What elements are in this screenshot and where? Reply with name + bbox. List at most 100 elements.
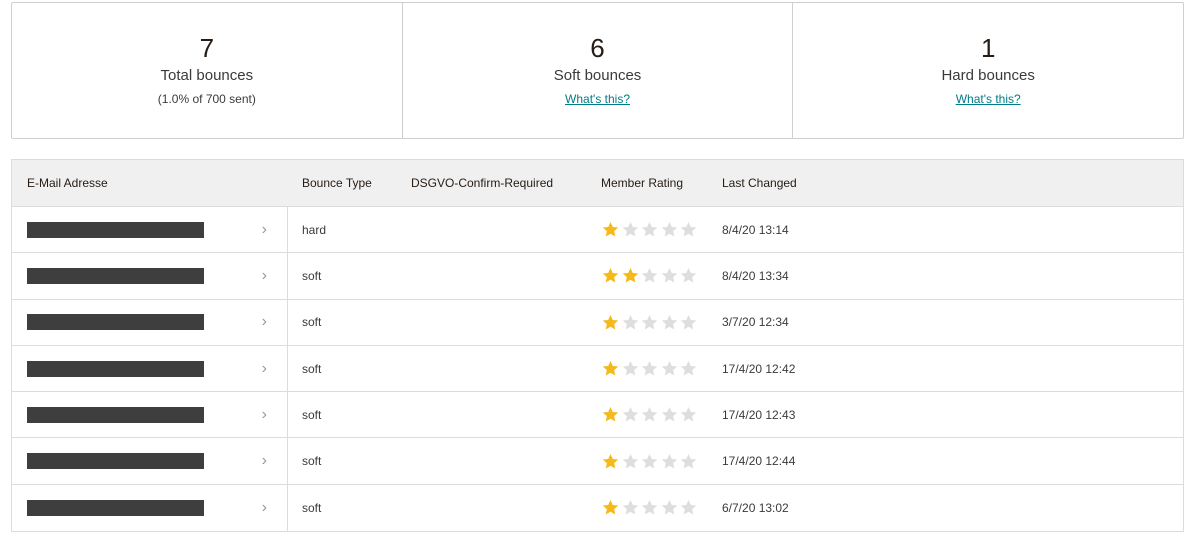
total-bounces-percentage: (1.0% of 700 sent)	[157, 92, 256, 106]
header-member-rating[interactable]: Member Rating	[588, 176, 717, 190]
total-bounces-count: 7	[199, 33, 215, 63]
chevron-right-icon[interactable]: ›	[262, 406, 267, 423]
bounce-type-cell: soft	[302, 268, 322, 283]
star-icon	[602, 500, 619, 515]
star-icon	[641, 314, 658, 330]
star-icon	[661, 361, 677, 376]
table-row[interactable]: › soft 3/7/20 12:34	[12, 299, 1183, 346]
email-cell[interactable]: ›	[12, 253, 288, 299]
chevron-right-icon[interactable]: ›	[262, 314, 267, 330]
star-icon	[680, 222, 697, 237]
star-icon	[641, 453, 658, 469]
star-icon	[680, 500, 697, 515]
member-rating	[588, 452, 717, 471]
star-icon	[680, 314, 697, 330]
table-row[interactable]: › soft 6/7/20 13:02	[12, 484, 1183, 532]
star-icon	[602, 453, 619, 469]
header-bounce-type[interactable]: Bounce Type	[288, 176, 399, 190]
bounce-type-cell: soft	[302, 407, 322, 422]
member-rating	[588, 359, 717, 378]
star-icon	[622, 500, 638, 515]
chevron-right-icon[interactable]: ›	[262, 267, 267, 284]
bounce-stats: 7 Total bounces (1.0% of 700 sent) 6 Sof…	[11, 2, 1184, 139]
stat-soft-bounces: 6 Soft bounces What's this?	[401, 3, 793, 138]
last-changed-cell: 17/4/20 12:42	[722, 361, 796, 376]
star-icon	[661, 500, 677, 515]
table-row[interactable]: › soft 8/4/20 13:34	[12, 253, 1183, 300]
star-icon	[622, 407, 638, 422]
star-icon	[680, 407, 697, 422]
bounce-type-cell: soft	[302, 454, 322, 469]
redacted-email	[27, 499, 204, 516]
last-changed-cell: 6/7/20 13:02	[722, 500, 789, 515]
hard-bounces-count: 1	[980, 33, 996, 63]
stat-hard-bounces: 1 Hard bounces What's this?	[792, 3, 1183, 138]
chevron-right-icon[interactable]: ›	[262, 360, 267, 377]
star-icon	[680, 453, 697, 469]
chevron-right-icon[interactable]: ›	[262, 221, 267, 238]
email-cell[interactable]: ›	[12, 207, 288, 253]
redacted-email	[27, 453, 204, 470]
star-icon	[661, 314, 677, 330]
star-icon	[622, 361, 638, 376]
member-rating	[588, 220, 717, 239]
star-icon	[602, 407, 619, 422]
last-changed-cell: 17/4/20 12:43	[722, 407, 796, 422]
redacted-email	[27, 221, 204, 238]
bounce-type-cell: hard	[302, 222, 327, 237]
star-icon	[680, 268, 697, 283]
table-row[interactable]: › hard 8/4/20 13:14	[12, 207, 1183, 254]
star-icon	[641, 500, 658, 515]
last-changed-cell: 8/4/20 13:34	[722, 268, 789, 283]
star-icon	[602, 222, 619, 237]
star-icon	[622, 453, 638, 469]
chevron-right-icon[interactable]: ›	[262, 453, 267, 469]
member-rating	[588, 405, 717, 424]
star-icon	[661, 453, 677, 469]
star-icon	[661, 407, 677, 422]
redacted-email	[27, 267, 204, 284]
star-icon	[641, 407, 658, 422]
header-email[interactable]: E-Mail Adresse	[12, 160, 288, 206]
star-icon	[602, 314, 619, 330]
soft-bounces-label: Soft bounces	[553, 67, 642, 84]
table-row[interactable]: › soft 17/4/20 12:43	[12, 392, 1183, 439]
soft-bounces-help-link[interactable]: What's this?	[565, 90, 630, 108]
email-cell[interactable]: ›	[12, 438, 288, 484]
table-header: E-Mail Adresse Bounce Type DSGVO-Confirm…	[12, 160, 1183, 207]
table-row[interactable]: › soft 17/4/20 12:42	[12, 345, 1183, 393]
soft-bounces-count: 6	[590, 33, 605, 63]
email-cell[interactable]: ›	[12, 484, 288, 532]
bounce-type-cell: soft	[302, 361, 322, 376]
email-cell[interactable]: ›	[12, 345, 288, 392]
redacted-email	[27, 360, 204, 377]
total-bounces-label: Total bounces	[160, 67, 254, 84]
star-icon	[602, 268, 619, 283]
member-rating	[588, 498, 717, 517]
star-icon	[641, 268, 658, 283]
star-icon	[661, 222, 677, 237]
star-icon	[680, 361, 697, 376]
redacted-email	[27, 406, 204, 423]
email-cell[interactable]: ›	[12, 392, 288, 438]
star-icon	[661, 268, 677, 283]
member-rating	[588, 266, 717, 285]
member-rating	[588, 313, 717, 332]
bounce-type-cell: soft	[302, 315, 322, 330]
header-last-changed[interactable]: Last Changed	[717, 176, 1183, 190]
bounce-type-cell: soft	[302, 500, 322, 515]
table-row[interactable]: › soft 17/4/20 12:44	[12, 438, 1183, 485]
bounce-report: 7 Total bounces (1.0% of 700 sent) 6 Sof…	[11, 2, 1184, 533]
header-dsgvo[interactable]: DSGVO-Confirm-Required	[399, 176, 588, 190]
star-icon	[622, 314, 638, 330]
table-body: › hard 8/4/20 13:14 › soft 8/4/20 13:34 › soft 3…	[12, 207, 1183, 532]
bounces-table: E-Mail Adresse Bounce Type DSGVO-Confirm…	[11, 159, 1184, 533]
email-cell[interactable]: ›	[12, 299, 288, 345]
stat-total-bounces: 7 Total bounces (1.0% of 700 sent)	[12, 3, 402, 138]
star-icon	[622, 222, 638, 237]
star-icon	[641, 361, 658, 376]
hard-bounces-help-link[interactable]: What's this?	[956, 90, 1021, 108]
chevron-right-icon[interactable]: ›	[262, 499, 267, 516]
last-changed-cell: 17/4/20 12:44	[722, 454, 796, 469]
star-icon	[622, 268, 638, 283]
